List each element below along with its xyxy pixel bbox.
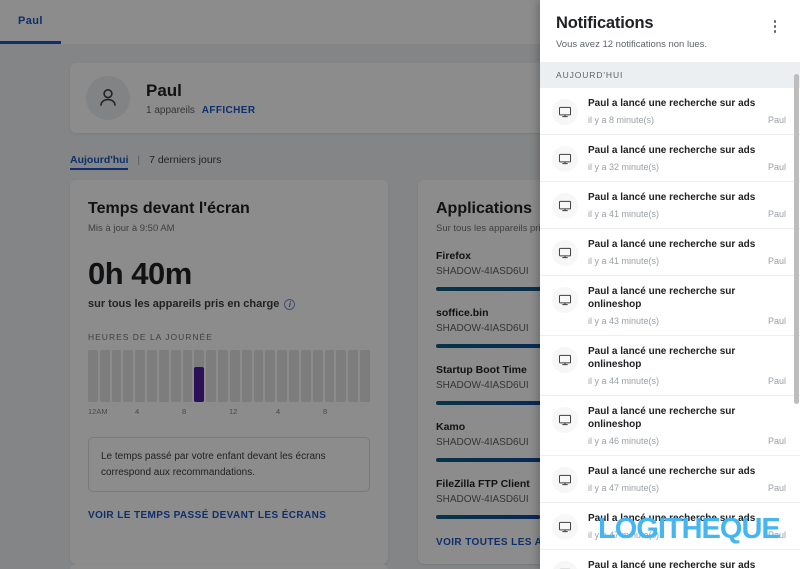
notification-meta: il y a 41 minute(s) Paul — [588, 209, 786, 219]
notification-user: Paul — [767, 483, 786, 493]
kebab-dot — [773, 20, 777, 23]
notification-time: il y a 41 minute(s) — [588, 256, 660, 266]
notification-item[interactable]: Paul a lancé une recherche sur ads il y a… — [540, 456, 800, 503]
monitor-icon — [552, 193, 578, 219]
notification-time: il y a 41 minute(s) — [588, 209, 660, 219]
notification-item[interactable]: Paul a lancé une recherche sur ads il y a… — [540, 135, 800, 182]
notification-meta: il y a 43 minute(s) Paul — [588, 316, 786, 326]
notification-time: il y a 47 minute(s) — [588, 483, 660, 493]
notification-user: Paul — [767, 376, 786, 386]
notification-message: Paul a lancé une recherche sur ads — [588, 560, 756, 569]
notification-body: Paul a lancé une recherche sur ads il y a… — [588, 144, 786, 172]
notification-item[interactable]: Paul a lancé une recherche sur adsil y a… — [540, 550, 800, 569]
monitor-icon — [552, 99, 578, 125]
monitor-icon — [552, 561, 578, 569]
notifications-panel: Notifications Vous avez 12 notifications… — [540, 0, 800, 569]
notifications-section-label: AUJOURD'HUI — [540, 62, 800, 88]
notification-time: il y a 46 minute(s) — [588, 436, 660, 446]
notification-time: il y a 8 minute(s) — [588, 115, 655, 125]
notifications-scrollbar[interactable] — [794, 56, 799, 567]
notification-message: Paul a lancé une recherche sur ads — [588, 145, 756, 156]
kebab-dot — [773, 30, 777, 33]
monitor-icon — [552, 407, 578, 433]
notification-meta: il y a 46 minute(s) Paul — [588, 436, 786, 446]
notifications-subtitle: Vous avez 12 notifications non lues. — [556, 39, 708, 50]
notification-body: Paul a lancé une recherche sur ads il y a… — [588, 465, 786, 493]
notification-message: Paul a lancé une recherche sur onlinesho… — [588, 346, 736, 370]
kebab-dot — [773, 25, 777, 28]
notification-body: Paul a lancé une recherche sur ads il y a… — [588, 191, 786, 219]
monitor-icon — [552, 347, 578, 373]
notification-message: Paul a lancé une recherche sur onlinesho… — [588, 406, 736, 430]
notification-message: Paul a lancé une recherche sur ads — [588, 192, 756, 203]
notification-meta: il y a 41 minute(s) Paul — [588, 256, 786, 266]
notification-body: Paul a lancé une recherche sur ads il y a… — [588, 97, 786, 125]
notification-item[interactable]: Paul a lancé une recherche sur onlinesho… — [540, 276, 800, 336]
notification-item[interactable]: Paul a lancé une recherche sur ads il y a… — [540, 503, 800, 550]
notification-meta: il y a 32 minute(s) Paul — [588, 162, 786, 172]
notification-message: Paul a lancé une recherche sur ads — [588, 98, 756, 109]
monitor-icon — [552, 467, 578, 493]
notification-time: il y a 32 minute(s) — [588, 162, 660, 172]
notification-meta: il y a 47 minute(s) Paul — [588, 530, 786, 540]
notification-body: Paul a lancé une recherche sur adsil y a… — [588, 559, 786, 569]
notification-message: Paul a lancé une recherche sur ads — [588, 513, 756, 524]
notification-user: Paul — [767, 162, 786, 172]
kebab-menu-icon[interactable] — [766, 14, 784, 33]
notification-message: Paul a lancé une recherche sur ads — [588, 466, 756, 477]
notifications-scrollbar-thumb[interactable] — [794, 74, 799, 404]
notification-user: Paul — [767, 436, 786, 446]
notification-meta: il y a 8 minute(s) Paul — [588, 115, 786, 125]
notification-user: Paul — [767, 316, 786, 326]
notification-user: Paul — [767, 209, 786, 219]
notification-item[interactable]: Paul a lancé une recherche sur ads il y a… — [540, 88, 800, 135]
notifications-header-text: Notifications Vous avez 12 notifications… — [556, 14, 766, 50]
notification-message: Paul a lancé une recherche sur ads — [588, 239, 756, 250]
app-root: Paul + AJOU Paul 1 appareils — [0, 0, 800, 569]
monitor-icon — [552, 514, 578, 540]
notification-item[interactable]: Paul a lancé une recherche sur ads il y a… — [540, 182, 800, 229]
notification-time: il y a 43 minute(s) — [588, 316, 660, 326]
monitor-icon — [552, 287, 578, 313]
notification-body: Paul a lancé une recherche sur onlinesho… — [588, 285, 786, 326]
notification-time: il y a 44 minute(s) — [588, 376, 660, 386]
notification-user: Paul — [767, 256, 786, 266]
notification-meta: il y a 44 minute(s) Paul — [588, 376, 786, 386]
notification-user: Paul — [767, 115, 786, 125]
notification-user: Paul — [767, 530, 786, 540]
notification-body: Paul a lancé une recherche sur ads il y a… — [588, 512, 786, 540]
notification-body: Paul a lancé une recherche sur onlinesho… — [588, 345, 786, 386]
notification-item[interactable]: Paul a lancé une recherche sur ads il y a… — [540, 229, 800, 276]
notifications-list[interactable]: Paul a lancé une recherche sur ads il y a… — [540, 88, 800, 569]
notifications-header: Notifications Vous avez 12 notifications… — [540, 0, 800, 62]
notifications-title: Notifications — [556, 14, 654, 32]
notification-body: Paul a lancé une recherche sur onlinesho… — [588, 405, 786, 446]
notification-item[interactable]: Paul a lancé une recherche sur onlinesho… — [540, 396, 800, 456]
monitor-icon — [552, 146, 578, 172]
notification-meta: il y a 47 minute(s) Paul — [588, 483, 786, 493]
notification-item[interactable]: Paul a lancé une recherche sur onlinesho… — [540, 336, 800, 396]
notification-body: Paul a lancé une recherche sur ads il y a… — [588, 238, 786, 266]
notification-time: il y a 47 minute(s) — [588, 530, 660, 540]
notification-message: Paul a lancé une recherche sur onlinesho… — [588, 286, 736, 310]
monitor-icon — [552, 240, 578, 266]
